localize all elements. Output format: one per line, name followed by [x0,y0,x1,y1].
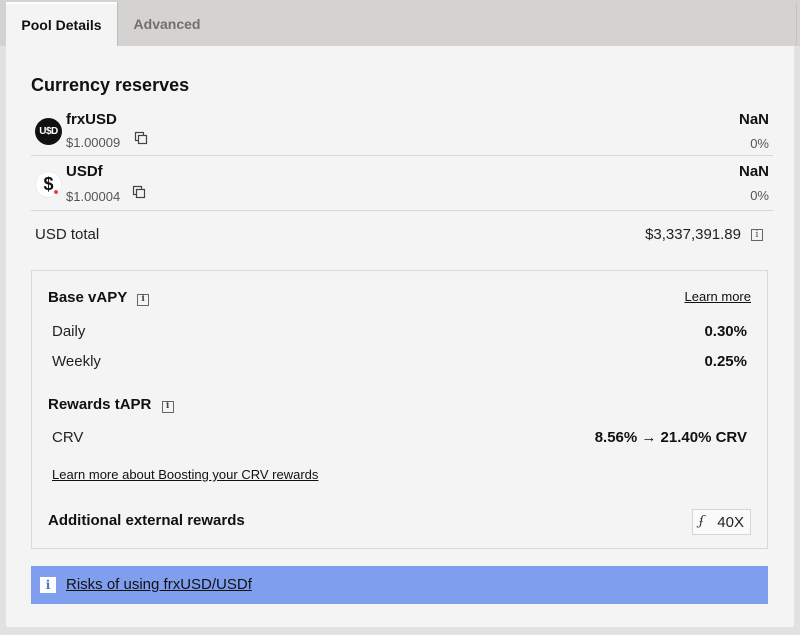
crv-label: CRV [52,429,84,446]
base-vapy-label: Base vAPY [48,289,127,306]
info-icon[interactable]: i [161,400,174,413]
currency-reserves-title: Currency reserves [31,75,190,95]
pool-details-panel: Currency reserves U$D frxUSD $1.00009 Na… [6,46,794,627]
external-rewards-badge[interactable]: ʄ 40X [692,509,751,535]
tab-pool-details[interactable]: Pool Details [6,2,117,46]
external-rewards-multiplier: 40X [717,513,744,531]
token-amount: NaN [738,163,769,180]
info-icon[interactable]: i [751,229,763,241]
curve-icon: ʄ [699,514,704,529]
usd-total-value: $3,337,391.89 [645,226,741,243]
info-icon: i [40,577,56,593]
base-vapy-title: Base vAPY i [48,289,150,307]
daily-label: Daily [52,323,86,340]
rewards-tapr-label: Rewards tAPR [48,396,152,413]
token-price: $1.00004 [66,189,121,204]
crv-value: 8.56% → 21.40% CRV [594,429,747,446]
tab-bar: Pool Details Advanced [0,0,800,46]
info-icon[interactable]: i [137,293,150,306]
risk-banner: i Risks of using frxUSD/USDf [31,566,768,604]
copy-icon[interactable] [134,131,148,145]
daily-value: 0.30% [704,323,747,340]
usd-total-label: USD total [35,226,100,243]
token-amount: NaN [738,111,769,128]
usdf-logo: $ [35,171,62,198]
token-symbol: USDf [66,163,103,180]
token-row-frxusd: U$D frxUSD $1.00009 NaN 0% [31,106,773,156]
frxusd-logo: U$D [35,118,62,145]
token-row-usdf: $ USDf $1.00004 NaN 0% [31,158,773,211]
weekly-label: Weekly [52,353,101,370]
token-percent: 0% [750,188,769,203]
usdf-logo-glyph: $ [43,174,54,194]
learn-more-link[interactable]: Learn more [685,289,751,304]
tab-bar-edge [796,2,797,46]
token-symbol: frxUSD [66,111,117,128]
apy-box: Base vAPY i Learn more Daily 0.30% Weekl… [31,270,768,549]
weekly-value: 0.25% [704,353,747,370]
copy-icon[interactable] [132,185,146,199]
rewards-tapr-title: Rewards tAPR i [48,396,174,414]
external-rewards-title: Additional external rewards [48,512,245,529]
tab-advanced[interactable]: Advanced [118,2,216,46]
token-percent: 0% [750,136,769,151]
risks-link[interactable]: Risks of using frxUSD/USDf [66,576,252,593]
usdf-logo-dot [54,190,58,194]
token-price: $1.00009 [66,135,121,150]
boost-crv-link[interactable]: Learn more about Boosting your CRV rewar… [52,467,318,482]
